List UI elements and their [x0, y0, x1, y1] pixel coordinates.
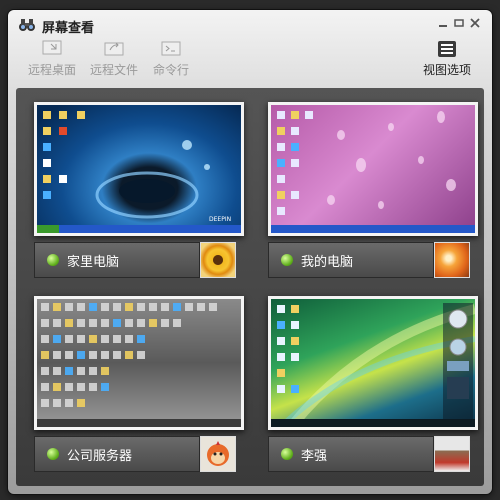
command-line-button[interactable]: 命令行	[150, 40, 192, 78]
remote-files-icon	[104, 42, 124, 56]
title-bar[interactable]: 屏幕查看	[8, 10, 492, 40]
remote-desktop-button[interactable]: 远程桌面	[26, 40, 78, 78]
screen-viewer-window: 屏幕查看 远程桌面 远程文件 命令行 视图选项 DEEPIN 家里电脑 我的电脑…	[8, 10, 492, 494]
flower-icon	[435, 243, 469, 277]
computer-name: 公司服务器	[67, 449, 133, 464]
minimize-button[interactable]	[436, 18, 450, 32]
list-view-icon	[438, 41, 456, 57]
command-line-label: 命令行	[152, 63, 189, 77]
grey-cluttered-wallpaper	[37, 303, 241, 427]
computer-name: 李强	[301, 449, 328, 464]
screen-thumbnail[interactable]	[268, 102, 478, 236]
computer-name: 家里电脑	[67, 255, 120, 270]
view-options-button[interactable]: 视图选项	[418, 40, 476, 78]
maximize-icon	[454, 19, 464, 27]
avatar	[200, 242, 236, 278]
binoculars-icon	[19, 19, 35, 31]
remote-desktop-label: 远程桌面	[27, 63, 76, 77]
toolbar: 远程桌面 远程文件 命令行 视图选项	[8, 38, 492, 88]
computer-label-bar[interactable]: 家里电脑	[34, 242, 200, 278]
computer-label-bar[interactable]: 我的电脑	[268, 242, 434, 278]
vista-aurora-wallpaper	[271, 303, 475, 427]
landscape-avatar-icon	[435, 437, 469, 471]
avatar	[434, 242, 470, 278]
close-button[interactable]	[468, 18, 482, 32]
window-title: 屏幕查看	[42, 21, 95, 36]
avatar	[200, 436, 236, 472]
screen-thumbnail[interactable]	[268, 296, 478, 430]
view-options-label: 视图选项	[422, 63, 471, 77]
online-status-icon	[47, 254, 59, 266]
remote-files-button[interactable]: 远程文件	[88, 40, 140, 78]
close-icon	[470, 18, 480, 28]
screens-grid: DEEPIN 家里电脑 我的电脑 公司服务器 李强	[16, 88, 484, 486]
maximize-button[interactable]	[452, 18, 466, 32]
command-line-icon	[161, 41, 181, 56]
water-drop-wallpaper: DEEPIN	[37, 111, 241, 233]
online-status-icon	[47, 448, 59, 460]
minimize-icon	[439, 25, 447, 27]
computer-label-bar[interactable]: 公司服务器	[34, 436, 200, 472]
sunflower-icon	[213, 255, 223, 265]
online-status-icon	[281, 254, 293, 266]
computer-label-bar[interactable]: 李强	[268, 436, 434, 472]
computer-name: 我的电脑	[301, 255, 354, 270]
remote-files-label: 远程文件	[89, 63, 138, 77]
remote-desktop-icon	[42, 40, 62, 55]
online-status-icon	[281, 448, 293, 460]
purple-drops-wallpaper	[271, 111, 475, 233]
avatar	[434, 436, 470, 472]
monkey-avatar-icon	[207, 441, 229, 466]
desktop-badge: DEEPIN	[209, 216, 231, 223]
screen-thumbnail[interactable]	[34, 296, 244, 430]
screen-thumbnail[interactable]: DEEPIN	[34, 102, 244, 236]
